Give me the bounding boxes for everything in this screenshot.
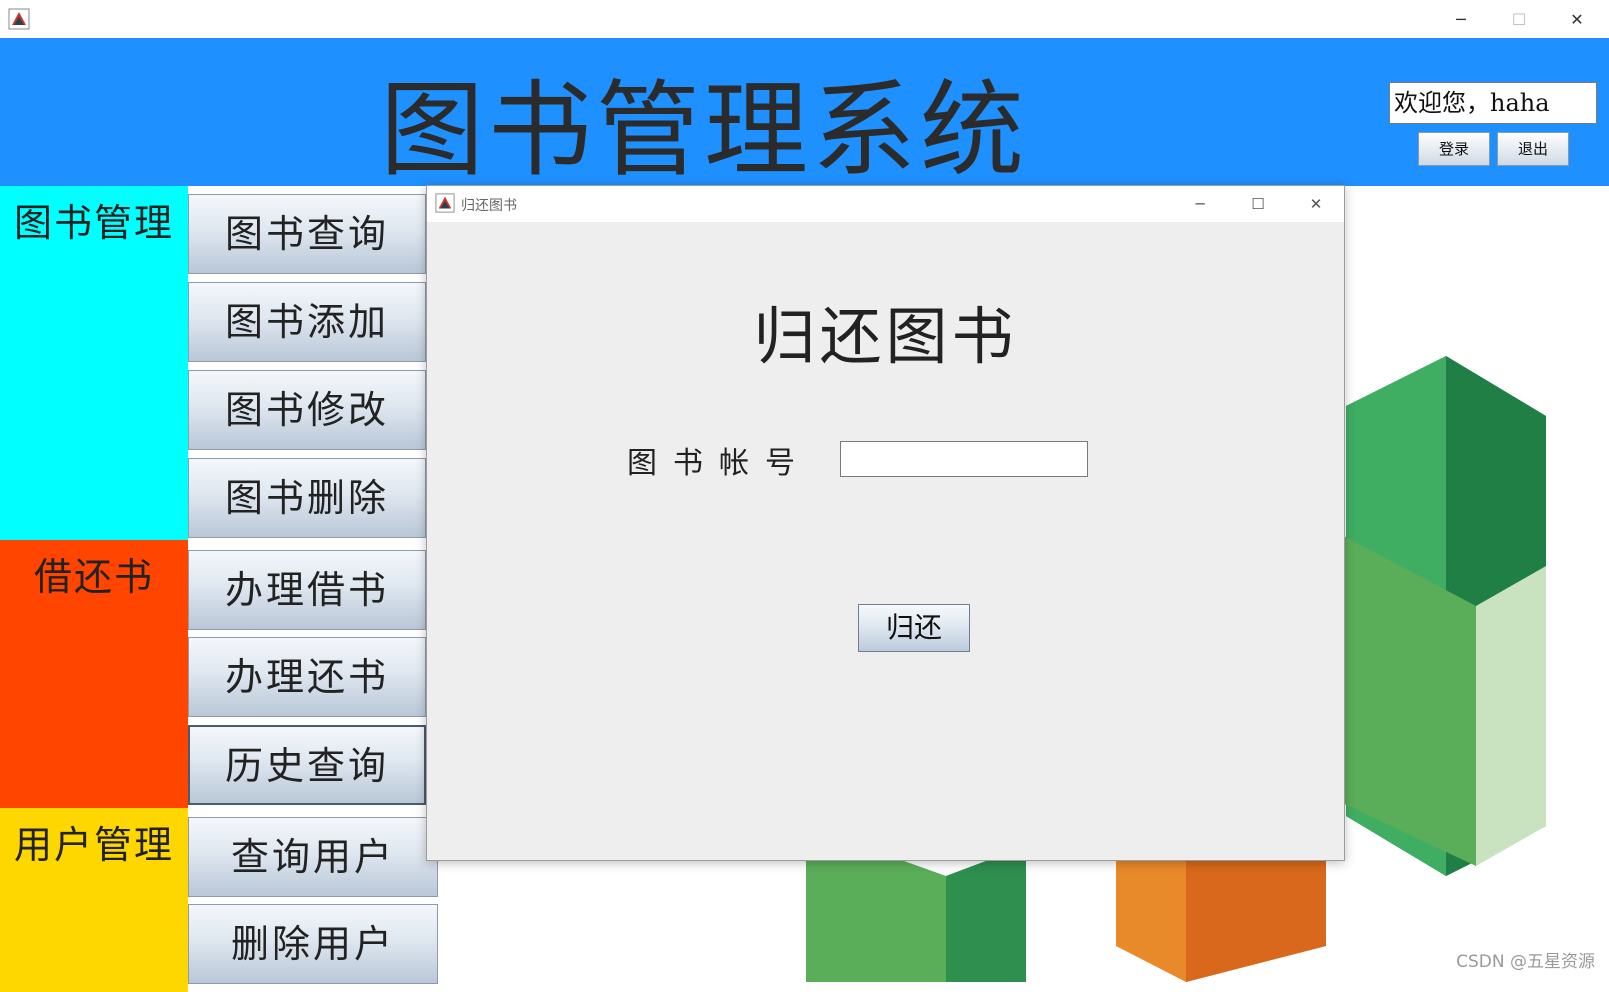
window-close-button[interactable]: ✕ xyxy=(1548,0,1606,38)
watermark: CSDN @五星资源 xyxy=(1456,952,1595,972)
window-maximize-button[interactable]: ☐ xyxy=(1490,0,1548,38)
java-app-icon xyxy=(435,193,455,213)
book-edit-button[interactable]: 图书修改 xyxy=(188,370,426,450)
welcome-text-box: 欢迎您，haha xyxy=(1389,82,1597,124)
return-submit-button[interactable]: 归还 xyxy=(858,604,970,652)
dialog-titlebar: 归还图书 ─ ☐ ✕ xyxy=(427,186,1344,222)
dialog-maximize-button[interactable]: ☐ xyxy=(1229,186,1287,222)
user-search-button[interactable]: 查询用户 xyxy=(188,817,438,897)
category-borrow-return: 借还书 xyxy=(0,540,188,808)
category-book-management: 图书管理 xyxy=(0,186,188,540)
book-id-label: 图书帐号 xyxy=(627,446,811,481)
book-id-input[interactable] xyxy=(840,441,1088,477)
book-delete-button[interactable]: 图书删除 xyxy=(188,458,426,538)
app-title: 图书管理系统 xyxy=(380,69,1029,191)
return-book-button[interactable]: 办理还书 xyxy=(188,637,426,717)
return-book-dialog: 归还图书 ─ ☐ ✕ 归还图书 图书帐号 归还 xyxy=(426,185,1345,861)
category-user-management: 用户管理 xyxy=(0,808,188,992)
user-delete-button[interactable]: 删除用户 xyxy=(188,904,438,984)
login-button[interactable]: 登录 xyxy=(1418,132,1490,166)
dialog-heading: 归还图书 xyxy=(753,300,1018,373)
category-label: 用户管理 xyxy=(13,823,174,867)
dialog-close-button[interactable]: ✕ xyxy=(1287,186,1345,222)
java-app-icon xyxy=(8,8,30,30)
window-titlebar: ─ ☐ ✕ xyxy=(0,0,1609,39)
dialog-title: 归还图书 xyxy=(461,198,517,214)
history-search-button[interactable]: 历史查询 xyxy=(188,725,426,805)
category-label: 图书管理 xyxy=(13,201,174,245)
dialog-minimize-button[interactable]: ─ xyxy=(1171,186,1229,222)
header-banner: 图书管理系统 欢迎您，haha 登录 退出 xyxy=(0,38,1609,186)
logout-button[interactable]: 退出 xyxy=(1497,132,1569,166)
borrow-book-button[interactable]: 办理借书 xyxy=(188,550,426,630)
category-label: 借还书 xyxy=(33,555,154,599)
window-minimize-button[interactable]: ─ xyxy=(1432,0,1490,38)
book-add-button[interactable]: 图书添加 xyxy=(188,282,426,362)
book-search-button[interactable]: 图书查询 xyxy=(188,194,426,274)
